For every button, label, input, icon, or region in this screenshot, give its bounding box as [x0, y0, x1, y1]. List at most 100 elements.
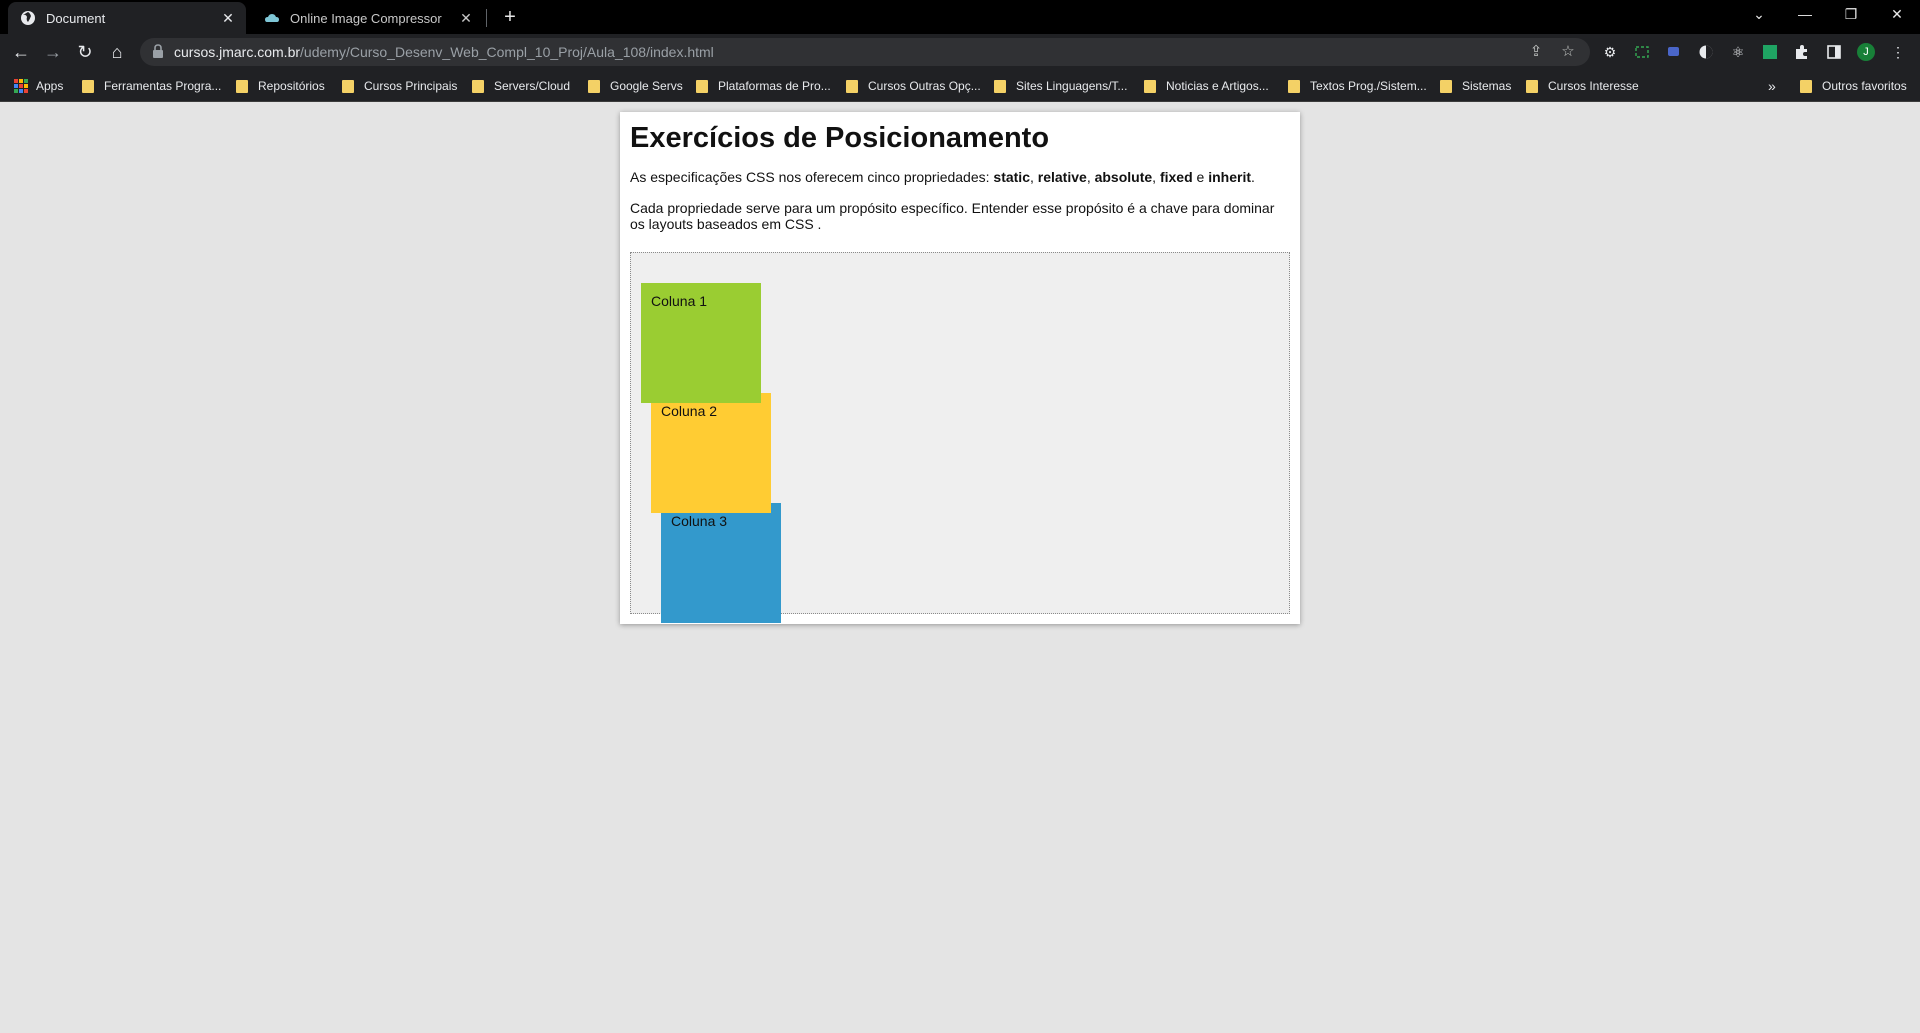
bookmark-folder[interactable]: Ferramentas Progra... [82, 77, 221, 95]
tab-strip: Document ✕ Online Image Compressor ✕ + ⌄… [0, 0, 1920, 34]
bookmark-folder[interactable]: Servers/Cloud [472, 77, 570, 95]
bookmark-folder[interactable]: Sistemas [1440, 77, 1511, 95]
folder-icon [846, 79, 858, 93]
column-2: Coluna 2 [651, 393, 771, 513]
separator: , [1086, 169, 1095, 185]
prop-inherit: inherit [1208, 169, 1251, 185]
folder-icon [588, 79, 600, 93]
toolbar: ← → ↻ ⌂ cursos.jmarc.com.br/udemy/Curso_… [0, 34, 1920, 70]
address-bar[interactable]: cursos.jmarc.com.br/udemy/Curso_Desenv_W… [140, 38, 1590, 66]
tab-title: Document [46, 10, 106, 26]
bookmark-label: Textos Prog./Sistem... [1310, 79, 1427, 93]
bookmark-label: Outros favoritos [1822, 79, 1907, 93]
folder-icon [1144, 79, 1156, 93]
profile-initial: J [1863, 46, 1869, 58]
folder-icon [1440, 79, 1452, 93]
bookmark-label: Sites Linguagens/T... [1016, 79, 1128, 93]
bookmark-label: Sistemas [1462, 79, 1512, 93]
prop-static: static [993, 169, 1030, 185]
back-button[interactable]: ← [8, 40, 34, 64]
bookmark-label: Noticias e Artigos... [1166, 79, 1269, 93]
extensions-puzzle-icon[interactable] [1792, 42, 1812, 62]
prop-fixed: fixed [1159, 169, 1193, 185]
separator: e [1192, 169, 1209, 185]
tab-separator [486, 9, 487, 27]
lock-icon[interactable] [152, 44, 164, 59]
bookmark-label: Google Servs [610, 79, 683, 93]
separator: , [1029, 169, 1038, 185]
intro-paragraph: As especificações CSS nos oferecem cinco… [630, 169, 1290, 185]
folder-icon [994, 79, 1006, 93]
folder-icon [1526, 79, 1538, 93]
bookmarks-overflow-button[interactable]: » [1768, 77, 1776, 95]
translate-extension-icon[interactable] [1664, 42, 1684, 62]
bookmark-folder[interactable]: Textos Prog./Sistem... [1288, 77, 1427, 95]
home-button[interactable]: ⌂ [104, 40, 130, 64]
folder-icon [1800, 79, 1812, 93]
close-tab-icon[interactable]: ✕ [454, 10, 478, 27]
folder-icon [82, 79, 94, 93]
close-window-button[interactable]: ✕ [1874, 0, 1920, 30]
globe-icon [21, 11, 35, 25]
url-host: cursos.jmarc.com.br [174, 44, 301, 60]
cloud-icon [265, 14, 279, 22]
screenshot-extension-icon[interactable] [1632, 42, 1652, 62]
dark-mode-extension-icon[interactable] [1696, 42, 1716, 62]
bookmark-star-icon[interactable]: ☆ [1558, 42, 1578, 62]
bookmark-folder[interactable]: Plataformas de Pro... [696, 77, 831, 95]
folder-icon [1288, 79, 1300, 93]
restore-button[interactable]: ❐ [1828, 0, 1874, 30]
share-icon[interactable]: ⇪ [1526, 42, 1546, 62]
bookmark-label: Cursos Interesse [1548, 79, 1639, 93]
sentence-end: . [1251, 169, 1255, 185]
folder-icon [342, 79, 354, 93]
bookmark-label: Ferramentas Progra... [104, 79, 222, 93]
bookmark-folder[interactable]: Cursos Principais [342, 77, 457, 95]
bookmark-folder[interactable]: Cursos Outras Opç... [846, 77, 981, 95]
apps-grid-icon [14, 79, 28, 93]
bookmark-folder[interactable]: Noticias e Artigos... [1144, 77, 1269, 95]
folder-icon [472, 79, 484, 93]
forward-button[interactable]: → [40, 40, 66, 64]
profile-avatar[interactable]: J [1856, 42, 1876, 62]
bookmark-label: Apps [36, 79, 64, 93]
bookmark-folder[interactable]: Cursos Interesse [1526, 77, 1639, 95]
new-tab-button[interactable]: + [496, 4, 524, 30]
tab-online-image-compressor[interactable]: Online Image Compressor ✕ [252, 2, 484, 34]
positioning-container: Coluna 1 Coluna 2 Coluna 3 [630, 252, 1290, 623]
tab-search-button[interactable]: ⌄ [1736, 0, 1782, 30]
settings-extension-icon[interactable]: ⚙ [1600, 42, 1620, 62]
folder-icon [696, 79, 708, 93]
description-paragraph: Cada propriedade serve para um propósito… [630, 200, 1275, 232]
page-title: Exercícios de Posicionamento [630, 122, 1050, 154]
bookmark-label: Repositórios [258, 79, 325, 93]
url-path: /udemy/Curso_Desenv_Web_Compl_10_Proj/Au… [300, 44, 714, 60]
bookmark-folder[interactable]: Repositórios [236, 77, 325, 95]
menu-kebab-icon[interactable]: ⋮ [1888, 42, 1908, 62]
reload-button[interactable]: ↻ [72, 40, 98, 64]
prop-relative: relative [1037, 169, 1087, 185]
content-card: Exercícios de Posicionamento As especifi… [620, 112, 1300, 624]
bookmark-apps[interactable]: Apps [14, 77, 63, 95]
tab-document[interactable]: Document ✕ [8, 2, 246, 34]
bookmark-label: Plataformas de Pro... [718, 79, 831, 93]
prop-absolute: absolute [1094, 169, 1153, 185]
folder-icon [236, 79, 248, 93]
browser-chrome: Document ✕ Online Image Compressor ✕ + ⌄… [0, 0, 1920, 102]
bookmarks-bar: Apps Ferramentas Progra... Repositórios … [0, 70, 1920, 102]
react-devtools-icon[interactable]: ⚛ [1728, 42, 1748, 62]
column-3: Coluna 3 [661, 503, 781, 623]
bookmark-folder[interactable]: Google Servs [588, 77, 683, 95]
url-text[interactable]: cursos.jmarc.com.br/udemy/Curso_Desenv_W… [174, 44, 714, 60]
green-extension-icon[interactable] [1760, 42, 1780, 62]
close-tab-icon[interactable]: ✕ [216, 10, 240, 27]
intro-text: As especificações CSS nos oferecem cinco… [630, 169, 994, 185]
side-panel-icon[interactable] [1824, 42, 1844, 62]
minimize-button[interactable]: — [1782, 0, 1828, 30]
other-bookmarks-folder[interactable]: Outros favoritos [1800, 77, 1907, 95]
tab-title: Online Image Compressor [290, 10, 442, 26]
bookmark-label: Servers/Cloud [494, 79, 571, 93]
bookmark-label: Cursos Outras Opç... [868, 79, 981, 93]
bookmark-folder[interactable]: Sites Linguagens/T... [994, 77, 1127, 95]
bookmark-label: Cursos Principais [364, 79, 458, 93]
